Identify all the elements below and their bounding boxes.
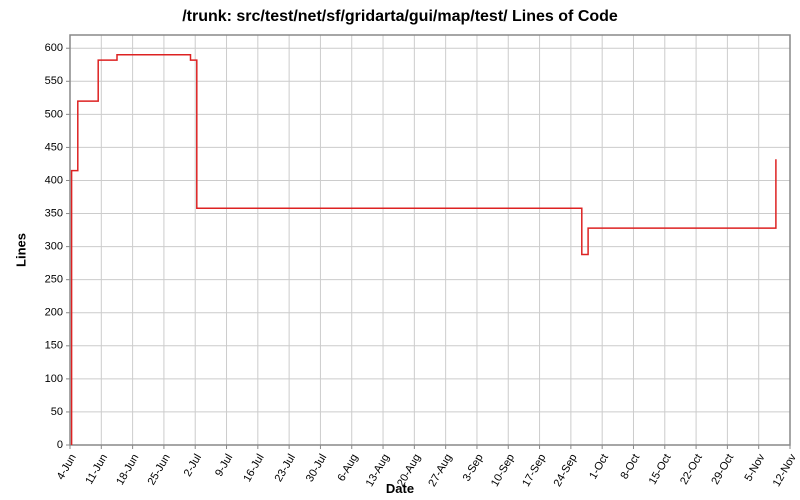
x-tick-label: 17-Sep bbox=[520, 452, 548, 489]
y-tick-label: 200 bbox=[45, 307, 63, 319]
x-tick-label: 23-Jul bbox=[273, 452, 298, 484]
x-tick-label: 4-Jun bbox=[55, 452, 79, 482]
y-tick-label: 600 bbox=[45, 42, 63, 54]
y-tick-label: 550 bbox=[45, 75, 63, 87]
y-tick-label: 400 bbox=[45, 174, 63, 186]
y-tick-label: 0 bbox=[57, 439, 63, 451]
x-tick-label: 8-Oct bbox=[618, 452, 642, 481]
y-tick-label: 350 bbox=[45, 207, 63, 219]
x-tick-label: 9-Jul bbox=[213, 452, 235, 479]
x-tick-label: 20-Aug bbox=[395, 452, 423, 489]
y-tick-label: 450 bbox=[45, 141, 63, 153]
x-tick-label: 27-Aug bbox=[426, 452, 454, 489]
chart-svg: 0 50 100 150 200 250 300 350 400 450 500 550 600 4-Ju… bbox=[0, 0, 800, 500]
y-tick-label: 100 bbox=[45, 373, 63, 385]
plot-border bbox=[70, 35, 790, 445]
data-series-loc bbox=[72, 55, 776, 445]
x-tick-label: 5-Nov bbox=[742, 452, 767, 484]
x-tick-label: 15-Oct bbox=[647, 452, 674, 487]
x-tick-label: 12-Nov bbox=[771, 452, 799, 489]
x-tick-label: 30-Jul bbox=[304, 452, 329, 484]
x-tick-label: 16-Jul bbox=[241, 452, 266, 484]
y-tick-label: 150 bbox=[45, 340, 63, 352]
x-tick-label: 18-Jun bbox=[114, 452, 141, 487]
y-tick-label: 250 bbox=[45, 274, 63, 286]
x-tick-label: 1-Oct bbox=[587, 452, 611, 481]
x-tick-label: 10-Sep bbox=[489, 452, 517, 489]
x-tick-label: 3-Sep bbox=[461, 452, 486, 483]
y-tick-label: 500 bbox=[45, 108, 63, 120]
y-tick-label: 50 bbox=[51, 406, 63, 418]
chart-container: /trunk: src/test/net/sf/gridarta/gui/map… bbox=[0, 0, 800, 500]
x-tick-label: 29-Oct bbox=[709, 452, 736, 487]
y-tick-label: 300 bbox=[45, 241, 63, 253]
x-tick-label: 11-Jun bbox=[83, 452, 110, 486]
x-tick-label: 13-Aug bbox=[364, 452, 392, 489]
x-tick-label: 24-Sep bbox=[552, 452, 580, 489]
x-tick-label: 2-Jul bbox=[182, 452, 204, 479]
x-tick-label: 6-Aug bbox=[336, 452, 361, 483]
x-tick-label: 25-Jun bbox=[146, 452, 173, 487]
x-tick-label: 22-Oct bbox=[678, 452, 705, 487]
